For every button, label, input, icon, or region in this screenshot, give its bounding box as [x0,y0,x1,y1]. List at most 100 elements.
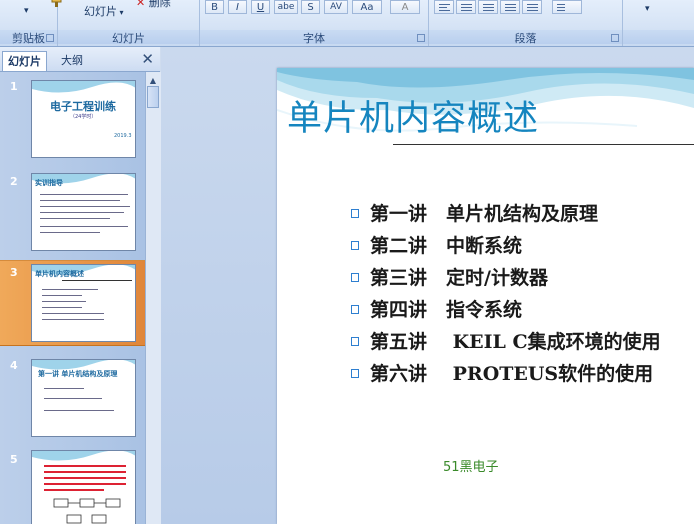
text-line [42,313,104,314]
clipboard-launcher-icon[interactable]: . [46,34,54,42]
shadow-button[interactable]: S [301,0,320,14]
text-line [40,226,128,227]
bullet-text: 第五讲 KEIL C集成环境的使用 [370,331,661,353]
align-center-icon[interactable] [456,0,476,14]
text-line [42,289,98,290]
font-color-button[interactable]: A [390,0,420,14]
bullet-box-icon [351,337,359,346]
thumbnail-slot-4[interactable]: 4 第一讲 单片机结构及原理 [0,354,145,438]
drawing-group: ▾ [623,0,694,46]
paragraph-group: 段落 . [429,0,623,46]
scrollbar-thumb[interactable] [147,86,159,108]
bullet-box-icon [351,209,359,218]
bullet-box-icon [351,241,359,250]
strikethrough-button[interactable]: abe [274,0,298,14]
text-line [44,410,114,411]
bullet-text: 第四讲 指令系统 [370,299,523,321]
distributed-icon[interactable] [522,0,542,14]
delete-icon: ✕ [136,0,146,9]
thumbnail-slot-5[interactable]: 5 [0,448,145,524]
thumbnail-scrollbar[interactable]: ▲ [145,72,161,524]
text-line [44,471,126,473]
paste-dropdown-icon[interactable]: ▾ [24,6,29,16]
text-line [44,489,104,491]
slide-editor: 单片机内容概述 第一讲 单片机结构及原理 第二讲 中断系统 第三讲 定时/计数器… [161,47,694,524]
bullet-text: 第三讲 定时/计数器 [370,267,548,289]
delete-slide-button[interactable]: ✕ 删除 [136,0,171,10]
thumbnail-3[interactable]: 单片机内容概述 [31,264,136,342]
font-label: 字体 [200,30,428,45]
bullet-box-icon [351,273,359,282]
diagram-icon [53,498,121,524]
underline-button[interactable]: U [251,0,270,14]
text-line [44,398,102,399]
thumbnail-number: 1 [10,80,18,93]
text-line [42,295,82,296]
thumbnail-title: 实训指导 [35,179,63,187]
thumbnail-slot-1[interactable]: 1 电子工程训练 （24学时） 2019.3 [0,77,145,161]
text-line [42,307,82,308]
close-icon[interactable]: ✕ [141,51,154,67]
tab-slides[interactable]: 幻灯片 [2,51,47,71]
char-spacing-button[interactable]: AV [324,0,348,14]
thumbnail-number: 4 [10,359,18,372]
bullet-text: 第六讲 PROTEUS软件的使用 [370,363,654,385]
text-line [44,465,126,467]
current-slide[interactable]: 单片机内容概述 第一讲 单片机结构及原理 第二讲 中断系统 第三讲 定时/计数器… [277,68,694,524]
drawing-dropdown-icon[interactable]: ▾ [645,4,650,14]
bullet-box-icon [351,305,359,314]
italic-button[interactable]: I [228,0,247,14]
slides-group: 幻灯片 ▾ ✕ 删除 幻灯片 [58,0,200,46]
scroll-up-icon[interactable]: ▲ [148,76,158,86]
align-left-icon[interactable] [434,0,454,14]
thumbnail-slot-2[interactable]: 2 实训指导 [0,168,145,252]
align-right-icon[interactable] [478,0,498,14]
thumbnail-date: 2019.3 [114,133,132,139]
thumbnail-2[interactable]: 实训指导 [31,173,136,251]
text-line [44,388,84,389]
thumbnail-number: 5 [10,453,18,466]
thumbnail-number: 3 [10,266,18,279]
thumbnail-subtitle: （24学时） [70,114,97,120]
text-line [40,232,100,233]
text-line [44,483,126,485]
slide-title[interactable]: 单片机内容概述 [287,90,539,141]
delete-label: 删除 [148,0,171,9]
drawing-label [623,30,694,44]
text-line [42,319,104,320]
thumbnail-5[interactable] [31,450,136,524]
bold-button[interactable]: B [205,0,224,14]
justify-icon[interactable] [500,0,520,14]
slides-panel: 幻灯片 大纲 ✕ 1 电子工程训练 （24学时） 2019.3 2 实训指导 3… [0,47,161,524]
thumbnail-list: 1 电子工程训练 （24学时） 2019.3 2 实训指导 3 单片机内容概述 … [0,72,145,524]
watermark-text: 51黑电子 [443,460,499,475]
bullet-text: 第二讲 中断系统 [370,235,523,257]
thumbnail-title: 第一讲 单片机结构及原理 [38,370,118,378]
text-line [42,301,86,302]
thumbnail-slot-3[interactable]: 3 单片机内容概述 [0,260,145,346]
text-line [40,206,130,207]
tab-outline[interactable]: 大纲 [56,51,88,70]
font-launcher-icon[interactable]: . [417,34,425,42]
new-slide-label: 幻灯片 [84,5,117,18]
thumbnail-number: 2 [10,175,18,188]
change-case-button[interactable]: Aa [352,0,382,14]
title-rule [62,280,132,281]
columns-icon[interactable] [552,0,582,14]
title-rule [393,144,694,145]
paragraph-launcher-icon[interactable]: . [611,34,619,42]
clipboard-group: ▾ 剪贴板 . [0,0,62,46]
bullet-text: 第一讲 单片机结构及原理 [370,203,599,225]
wave-decoration [32,451,135,461]
thumbnail-4[interactable]: 第一讲 单片机结构及原理 [31,359,136,437]
thumbnail-title: 电子工程训练 [50,100,116,113]
text-line [40,212,124,213]
thumbnail-1[interactable]: 电子工程训练 （24学时） 2019.3 [31,80,136,158]
font-group: B I U abe S AV Aa A 字体 . [200,0,429,46]
panel-tabs: 幻灯片 大纲 ✕ [0,47,160,72]
text-line [40,218,110,219]
ribbon: ▾ 剪贴板 . 幻灯片 ▾ ✕ 删除 幻灯片 B I U abe S AV Aa… [0,0,694,47]
bullet-box-icon [351,369,359,378]
new-slide-button[interactable]: 幻灯片 ▾ [84,3,124,19]
thumbnail-title: 单片机内容概述 [35,270,84,278]
